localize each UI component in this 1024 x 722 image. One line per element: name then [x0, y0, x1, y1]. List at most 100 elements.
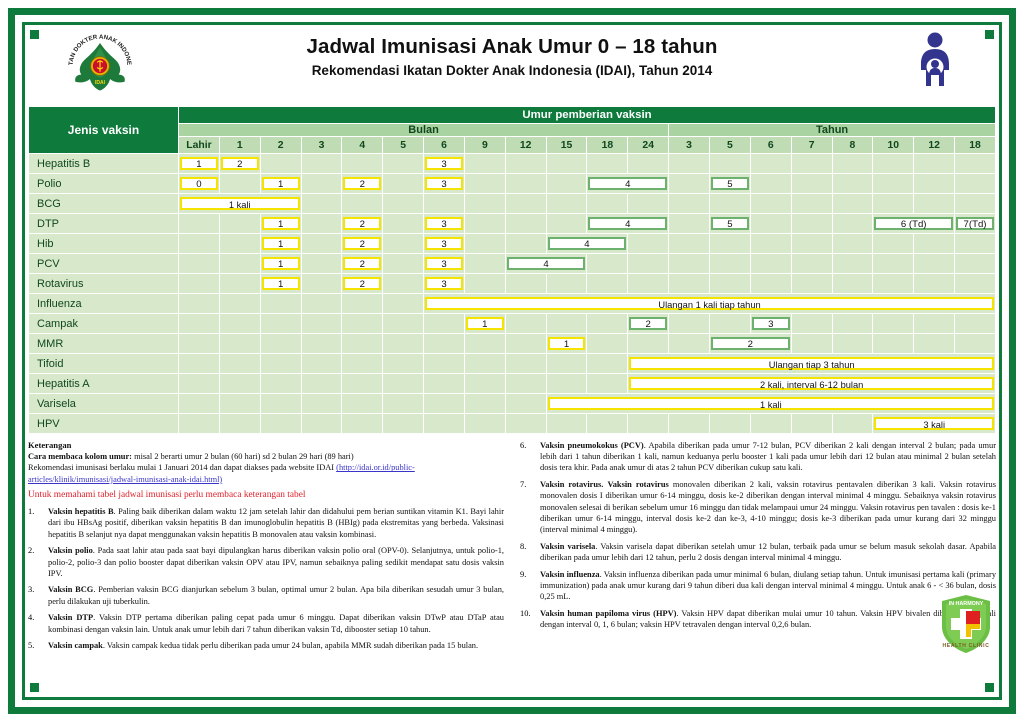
- empty-cell: [668, 253, 710, 274]
- empty-cell: [463, 273, 506, 294]
- empty-cell: [627, 413, 670, 434]
- empty-cell: [178, 393, 220, 414]
- dose-cell[interactable]: 4: [586, 213, 670, 234]
- dose-cell[interactable]: 3 kali: [872, 413, 996, 434]
- footnote-item: 6. Vaksin pneumokokus (PCV). Apabila dibe…: [520, 440, 996, 474]
- dose-chip: 4: [547, 237, 627, 250]
- empty-cell: [708, 233, 751, 254]
- dose-cell[interactable]: 1: [259, 273, 302, 294]
- empty-cell: [382, 253, 425, 274]
- table-row: Hepatitis A 2 kali, interval 6-12 bulan: [28, 373, 996, 394]
- dose-chip: 1: [261, 237, 300, 250]
- empty-cell: [463, 413, 506, 434]
- dose-cell[interactable]: 1: [259, 253, 302, 274]
- empty-cell: [913, 313, 956, 334]
- empty-cell: [504, 193, 547, 214]
- empty-cell: [790, 413, 833, 434]
- dose-cell[interactable]: 1: [463, 313, 506, 334]
- empty-cell: [300, 413, 343, 434]
- dose-cell[interactable]: 2: [341, 213, 384, 234]
- empty-cell: [831, 413, 874, 434]
- dose-cell[interactable]: 5: [708, 213, 751, 234]
- dose-cell[interactable]: 4: [504, 253, 588, 274]
- footnote-number: 3.: [28, 585, 35, 595]
- footnote-number: 9.: [520, 569, 527, 579]
- dose-cell[interactable]: 5: [708, 173, 751, 194]
- empty-cell: [872, 313, 915, 334]
- empty-cell: [259, 153, 302, 174]
- dose-cell[interactable]: 1: [259, 213, 302, 234]
- dose-cell[interactable]: 1 kali: [178, 193, 302, 214]
- footnote-text: Vaksin human papiloma virus (HPV). Vaksi…: [540, 608, 996, 630]
- empty-cell: [504, 373, 547, 394]
- dose-cell[interactable]: 2: [708, 333, 792, 354]
- footnote-text: Vaksin influenza. Vaksin influenza diber…: [540, 569, 996, 603]
- dose-cell[interactable]: 6 (Td): [872, 213, 956, 234]
- dose-cell[interactable]: 2: [341, 173, 384, 194]
- footnote-body-text: . Vaksin DTP pertama diberikan paling ce…: [48, 613, 504, 634]
- dose-cell[interactable]: 4: [545, 233, 629, 254]
- clinic-logo-top-text: IN HARMONY: [949, 601, 984, 607]
- dose-cell[interactable]: 3: [749, 313, 792, 334]
- dose-cell[interactable]: 3: [423, 213, 465, 234]
- dose-cell[interactable]: 1: [259, 173, 302, 194]
- empty-cell: [463, 233, 506, 254]
- dose-chip: 1: [180, 157, 218, 170]
- dose-cell[interactable]: 3: [423, 253, 465, 274]
- dose-cell[interactable]: 3: [423, 153, 465, 174]
- dose-cell[interactable]: 2: [341, 273, 384, 294]
- age-column-header: 5: [708, 136, 751, 154]
- empty-cell: [708, 313, 751, 334]
- empty-cell: [668, 333, 710, 354]
- dose-cell[interactable]: 4: [586, 173, 670, 194]
- empty-cell: [300, 173, 343, 194]
- empty-cell: [300, 193, 343, 214]
- dose-cell[interactable]: 7(Td): [954, 213, 996, 234]
- dose-cell[interactable]: Ulangan 1 kali tiap tahun: [423, 293, 996, 314]
- empty-cell: [218, 353, 261, 374]
- dose-cell[interactable]: 2: [218, 153, 261, 174]
- dose-cell[interactable]: 2: [341, 233, 384, 254]
- poster-root: IKATAN DOKTER ANAK INDONESIA IDAI Jadwal…: [0, 0, 1024, 722]
- empty-cell: [259, 353, 302, 374]
- empty-cell: [218, 173, 261, 194]
- footnote-title: Vaksin hepatitis B: [48, 507, 114, 517]
- footnote-text: Vaksin rotavirus. Vaksin rotavirus monov…: [540, 479, 996, 535]
- svg-text:IDAI: IDAI: [95, 80, 106, 86]
- empty-cell: [627, 233, 670, 254]
- footnote-item: 9. Vaksin influenza. Vaksin influenza dib…: [520, 569, 996, 603]
- dose-cell[interactable]: 3: [423, 233, 465, 254]
- dose-cell[interactable]: Ulangan tiap 3 tahun: [627, 353, 996, 374]
- empty-cell: [423, 313, 465, 334]
- dose-cell[interactable]: 1: [545, 333, 588, 354]
- footnote-number: 1.: [28, 507, 35, 517]
- empty-cell: [463, 193, 506, 214]
- empty-cell: [341, 153, 384, 174]
- empty-cell: [668, 193, 710, 214]
- empty-cell: [423, 333, 465, 354]
- dose-cell[interactable]: 0: [178, 173, 220, 194]
- dose-cell[interactable]: 1 kali: [545, 393, 997, 414]
- empty-cell: [668, 153, 710, 174]
- empty-cell: [300, 253, 343, 274]
- month-band-header: Bulan: [177, 123, 670, 137]
- empty-cell: [545, 153, 588, 174]
- footnote-number: 4.: [28, 613, 35, 623]
- dose-cell[interactable]: 1: [178, 153, 220, 174]
- dose-cell[interactable]: 1: [259, 233, 302, 254]
- dose-cell[interactable]: 3: [423, 173, 465, 194]
- keterangan-line-1-bold: Cara membaca kolom umur:: [28, 452, 132, 461]
- age-column-header: 18: [954, 136, 996, 154]
- footnote-body-text: . Vaksin influenza diberikan pada umur m…: [540, 569, 997, 601]
- dose-cell[interactable]: 2 kali, interval 6-12 bulan: [627, 373, 996, 394]
- empty-cell: [463, 373, 506, 394]
- empty-cell: [913, 273, 956, 294]
- age-column-header: 3: [668, 136, 710, 154]
- empty-cell: [504, 273, 547, 294]
- dose-cell[interactable]: 3: [423, 273, 465, 294]
- dose-cell[interactable]: 2: [341, 253, 384, 274]
- poster-content: IKATAN DOKTER ANAK INDONESIA IDAI Jadwal…: [28, 25, 997, 694]
- empty-cell: [627, 193, 670, 214]
- footnote-number: 6.: [520, 441, 527, 450]
- dose-cell[interactable]: 2: [627, 313, 670, 334]
